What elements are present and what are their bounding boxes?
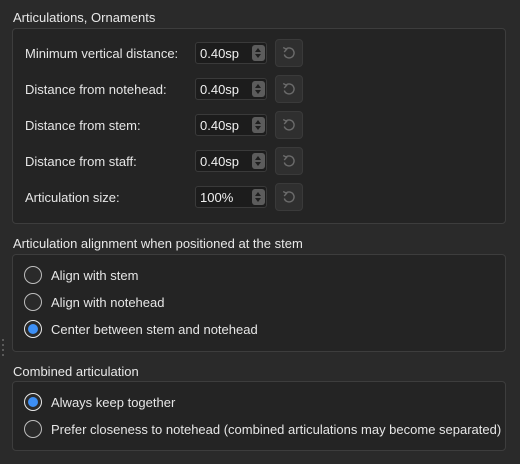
radio-button-selected[interactable] xyxy=(24,393,42,411)
row-min-vertical-distance: Minimum vertical distance: 0.40sp xyxy=(25,39,495,67)
spinbox-value: 0.40sp xyxy=(200,118,240,133)
row-distance-from-staff: Distance from staff: 0.40sp xyxy=(25,147,495,175)
section-title-combined: Combined articulation xyxy=(13,364,139,379)
radio-align-with-notehead[interactable]: Align with notehead xyxy=(23,293,503,313)
distance-from-stem-spinbox[interactable]: 0.40sp xyxy=(195,114,267,136)
row-label: Distance from notehead: xyxy=(25,82,167,97)
distance-from-staff-spinbox[interactable]: 0.40sp xyxy=(195,150,267,172)
spinbox-value: 0.40sp xyxy=(200,82,240,97)
radio-label: Prefer closeness to notehead (combined a… xyxy=(51,422,502,437)
reset-arrow-icon xyxy=(282,46,295,59)
radio-align-with-stem[interactable]: Align with stem xyxy=(23,266,503,286)
section-title-articulations: Articulations, Ornaments xyxy=(13,10,156,25)
reset-button[interactable] xyxy=(275,111,303,139)
spin-arrows-icon[interactable] xyxy=(252,117,265,133)
reset-arrow-icon xyxy=(282,118,295,131)
radio-button[interactable] xyxy=(24,293,42,311)
radio-button[interactable] xyxy=(24,420,42,438)
reset-button[interactable] xyxy=(275,183,303,211)
row-label: Distance from staff: xyxy=(25,154,137,169)
row-distance-from-stem: Distance from stem: 0.40sp xyxy=(25,111,495,139)
row-label: Minimum vertical distance: xyxy=(25,46,179,61)
radio-button-selected[interactable] xyxy=(24,320,42,338)
radio-label: Align with stem xyxy=(51,268,139,283)
row-label: Distance from stem: xyxy=(25,118,141,133)
radio-always-keep-together[interactable]: Always keep together xyxy=(23,393,503,413)
articulation-size-spinbox[interactable]: 100% xyxy=(195,186,267,208)
splitter-handle[interactable] xyxy=(1,337,5,357)
min-vertical-distance-spinbox[interactable]: 0.40sp xyxy=(195,42,267,64)
reset-button[interactable] xyxy=(275,75,303,103)
reset-arrow-icon xyxy=(282,154,295,167)
reset-arrow-icon xyxy=(282,82,295,95)
reset-button[interactable] xyxy=(275,39,303,67)
row-label: Articulation size: xyxy=(25,190,120,205)
reset-button[interactable] xyxy=(275,147,303,175)
alignment-panel: Align with stem Align with notehead Cent… xyxy=(12,254,506,352)
row-distance-from-notehead: Distance from notehead: 0.40sp xyxy=(25,75,495,103)
spinbox-value: 0.40sp xyxy=(200,46,240,61)
reset-arrow-icon xyxy=(282,190,295,203)
radio-center-between-stem-and-notehead[interactable]: Center between stem and notehead xyxy=(23,320,503,340)
row-articulation-size: Articulation size: 100% xyxy=(25,183,495,211)
radio-label: Center between stem and notehead xyxy=(51,322,258,337)
radio-label: Align with notehead xyxy=(51,295,165,310)
radio-prefer-closeness-to-notehead[interactable]: Prefer closeness to notehead (combined a… xyxy=(23,420,503,440)
radio-label: Always keep together xyxy=(51,395,176,410)
radio-button[interactable] xyxy=(24,266,42,284)
spinbox-value: 100% xyxy=(200,190,234,205)
spin-arrows-icon[interactable] xyxy=(252,81,265,97)
combined-panel: Always keep together Prefer closeness to… xyxy=(12,381,506,451)
spinbox-value: 0.40sp xyxy=(200,154,240,169)
spin-arrows-icon[interactable] xyxy=(252,45,265,61)
articulations-panel: Minimum vertical distance: 0.40sp Distan… xyxy=(12,28,506,224)
section-title-alignment: Articulation alignment when positioned a… xyxy=(13,236,303,251)
spin-arrows-icon[interactable] xyxy=(252,189,265,205)
spin-arrows-icon[interactable] xyxy=(252,153,265,169)
distance-from-notehead-spinbox[interactable]: 0.40sp xyxy=(195,78,267,100)
